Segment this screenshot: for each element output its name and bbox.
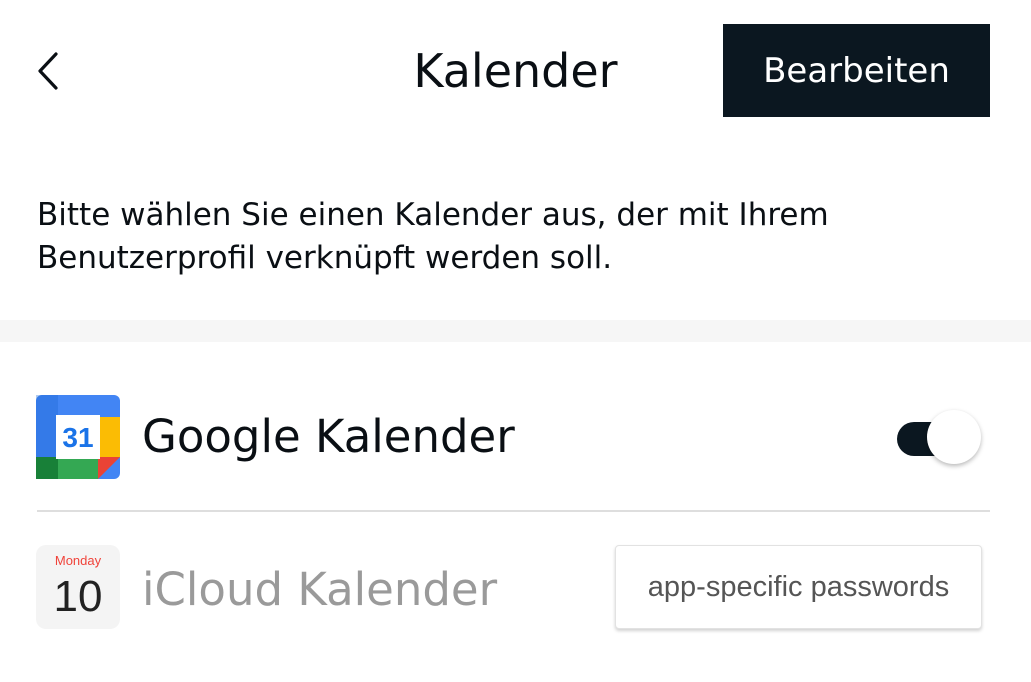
- section-divider: [0, 320, 1031, 342]
- calendar-settings-screen: Kalender Bearbeiten Bitte wählen Sie ein…: [0, 0, 1031, 682]
- row-separator: [37, 510, 990, 512]
- google-calendar-icon: 31: [36, 395, 120, 479]
- calendar-row-google: 31 Google Kalender: [0, 380, 1031, 497]
- header: Kalender Bearbeiten: [0, 0, 1031, 140]
- apple-calendar-day-name: Monday: [55, 553, 102, 568]
- google-calendar-toggle[interactable]: [897, 410, 983, 464]
- edit-button[interactable]: Bearbeiten: [723, 24, 990, 117]
- calendar-row-icloud: Monday 10 iCloud Kalender app-specific p…: [0, 528, 1031, 645]
- apple-calendar-icon: Monday 10: [36, 545, 120, 629]
- app-specific-passwords-button[interactable]: app-specific passwords: [615, 545, 982, 629]
- chevron-left-icon: [38, 52, 58, 90]
- apple-calendar-day-number: 10: [54, 572, 103, 621]
- calendar-label-google: Google Kalender: [142, 410, 515, 463]
- google-calendar-icon-text: 31: [62, 422, 93, 453]
- calendar-label-icloud: iCloud Kalender: [142, 563, 498, 616]
- back-button[interactable]: [28, 46, 68, 96]
- toggle-knob: [927, 410, 981, 464]
- description-text: Bitte wählen Sie einen Kalender aus, der…: [37, 197, 829, 276]
